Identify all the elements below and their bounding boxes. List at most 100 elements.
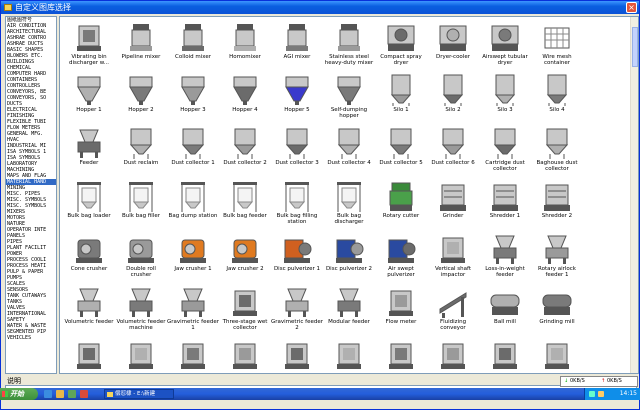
gallery-scrollbar[interactable]: [630, 17, 638, 373]
symbol-tile[interactable]: Shredder 2: [531, 176, 583, 229]
symbol-tile[interactable]: Homomixer: [219, 17, 271, 70]
symbol-tile[interactable]: [531, 335, 583, 373]
symbol-tile[interactable]: [427, 335, 479, 373]
symbol-tile[interactable]: Grinding mill: [531, 282, 583, 335]
volume-icon[interactable]: [598, 391, 604, 397]
symbol-tile[interactable]: Air swept pulverizer: [375, 229, 427, 282]
symbol-tile[interactable]: Jaw crusher 1: [167, 229, 219, 282]
symbol-label: Disc pulverizer 1: [273, 266, 321, 272]
symbol-tile[interactable]: Bulk bag filling station: [271, 176, 323, 229]
category-list[interactable]: 图纸图符号 AIR CONDITION ARCHITECTURAL ASHRAE CO…: [5, 16, 57, 374]
start-button[interactable]: 开始: [0, 388, 38, 400]
symbol-tile[interactable]: Dust collector 3: [271, 123, 323, 176]
symbol-tile[interactable]: Rotary airlock feeder 1: [531, 229, 583, 282]
symbol-tile[interactable]: Vertical shaft impactor: [427, 229, 479, 282]
symbol-tile[interactable]: Disc pulverizer 1: [271, 229, 323, 282]
row7-icon: [129, 343, 153, 369]
symbol-tile[interactable]: [63, 335, 115, 373]
symbol-tile[interactable]: Cartridge dust collector: [479, 123, 531, 176]
symbol-tile[interactable]: Bulk bag feeder: [219, 176, 271, 229]
app-quicklaunch-icon[interactable]: [80, 390, 88, 398]
symbol-tile[interactable]: Bag dump station: [167, 176, 219, 229]
hopper-icon: [233, 76, 257, 105]
ie-icon[interactable]: [44, 390, 52, 398]
symbol-tile[interactable]: Hopper 1: [63, 70, 115, 123]
dust-collector-icon: [545, 128, 569, 159]
symbol-tile[interactable]: Wire mesh container: [531, 17, 583, 70]
symbol-tile[interactable]: Rotary cutter: [375, 176, 427, 229]
symbol-tile[interactable]: Hopper 4: [219, 70, 271, 123]
symbol-tile[interactable]: [271, 335, 323, 373]
symbol-tile[interactable]: Baghouse dust collector: [531, 123, 583, 176]
symbol-tile[interactable]: [219, 335, 271, 373]
symbol-tile[interactable]: Disc pulverizer 2: [323, 229, 375, 282]
symbol-tile[interactable]: Fluidizing conveyor: [427, 282, 479, 335]
symbol-label: Wire mesh container: [542, 54, 572, 66]
symbol-tile[interactable]: Hopper 2: [115, 70, 167, 123]
symbol-label: Self-dumping hopper: [330, 107, 368, 119]
symbol-tile[interactable]: Bulk bag discharger: [323, 176, 375, 229]
symbol-tile[interactable]: Gravimetric feeder 1: [167, 282, 219, 335]
title-bar[interactable]: 自定义图库选择 ×: [1, 1, 639, 14]
symbol-tile[interactable]: Dust collector 4: [323, 123, 375, 176]
symbol-tile[interactable]: Cone crusher: [63, 229, 115, 282]
symbol-tile[interactable]: Silo 1: [375, 70, 427, 123]
symbol-tile[interactable]: Shredder 1: [479, 176, 531, 229]
symbol-tile[interactable]: Dust collector 5: [375, 123, 427, 176]
symbol-tile[interactable]: Stainless steel heavy-duty mixer: [323, 17, 375, 70]
symbol-tile[interactable]: Jaw crusher 2: [219, 229, 271, 282]
mill-icon: [542, 294, 572, 315]
symbol-tile[interactable]: Bulk bag filler: [115, 176, 167, 229]
symbol-tile[interactable]: [167, 335, 219, 373]
symbol-tile[interactable]: Double roll crusher: [115, 229, 167, 282]
symbol-tile[interactable]: Ball mill: [479, 282, 531, 335]
symbol-tile[interactable]: Silo 4: [531, 70, 583, 123]
taskbar-item[interactable]: 偿怼棣 - E:\新建: [104, 389, 174, 399]
symbol-tile[interactable]: Feeder: [63, 123, 115, 176]
symbol-tile[interactable]: Silo 3: [479, 70, 531, 123]
symbol-tile[interactable]: Dust collector 2: [219, 123, 271, 176]
symbol-tile[interactable]: Dust reclaim: [115, 123, 167, 176]
symbol-tile[interactable]: [479, 335, 531, 373]
folder-icon[interactable]: [56, 390, 64, 398]
symbol-tile[interactable]: Vibrating bin discharger w...: [63, 17, 115, 70]
symbol-tile[interactable]: Volumetric feeder machine: [115, 282, 167, 335]
symbol-tile[interactable]: Self-dumping hopper: [323, 70, 375, 123]
symbol-tile[interactable]: Airswept tubular dryer: [479, 17, 531, 70]
symbol-label: Silo 1: [393, 107, 409, 113]
symbol-tile[interactable]: Bulk bag loader: [63, 176, 115, 229]
symbol-tile[interactable]: Dust collector 6: [427, 123, 479, 176]
symbol-tile[interactable]: Dryer-cooler: [427, 17, 479, 70]
symbol-label: Dust reclaim: [123, 160, 159, 166]
symbol-tile[interactable]: Compact spray dryer: [375, 17, 427, 70]
media-icon[interactable]: [68, 390, 76, 398]
symbol-tile[interactable]: Silo 2: [427, 70, 479, 123]
row7-icon: [545, 343, 569, 369]
symbol-tile[interactable]: Gravimetric feeder 2: [271, 282, 323, 335]
hopper-icon: [129, 76, 153, 105]
symbol-tile[interactable]: Flow meter: [375, 282, 427, 335]
category-item[interactable]: VEHICLES: [6, 335, 56, 341]
symbol-tile[interactable]: Volumetric feeder: [63, 282, 115, 335]
symbol-tile[interactable]: Colloid mixer: [167, 17, 219, 70]
symbol-tile[interactable]: Grinder: [427, 176, 479, 229]
scrollbar-thumb[interactable]: [632, 27, 638, 67]
symbol-tile[interactable]: [375, 335, 427, 373]
network-icon[interactable]: [589, 391, 595, 397]
dryer-icon: [439, 25, 467, 51]
symbol-tile[interactable]: Loss-in-weight feeder: [479, 229, 531, 282]
symbol-tile[interactable]: Modular feeder: [323, 282, 375, 335]
symbol-tile[interactable]: [115, 335, 167, 373]
symbol-tile[interactable]: Dust collector 1: [167, 123, 219, 176]
symbol-tile[interactable]: Hopper 5: [271, 70, 323, 123]
symbol-tile[interactable]: AGI mixer: [271, 17, 323, 70]
close-button[interactable]: ×: [626, 2, 637, 13]
symbol-tile[interactable]: Pipeline mixer: [115, 17, 167, 70]
row7-icon: [181, 343, 205, 369]
symbol-tile[interactable]: Three-stage wet collector: [219, 282, 271, 335]
symbol-tile[interactable]: Hopper 3: [167, 70, 219, 123]
symbol-tile[interactable]: [323, 335, 375, 373]
taskbar-item-label: 偿怼棣 - E:\新建: [115, 391, 156, 397]
bulk-bag-icon: [233, 182, 257, 212]
symbol-label: Homomixer: [229, 54, 261, 60]
